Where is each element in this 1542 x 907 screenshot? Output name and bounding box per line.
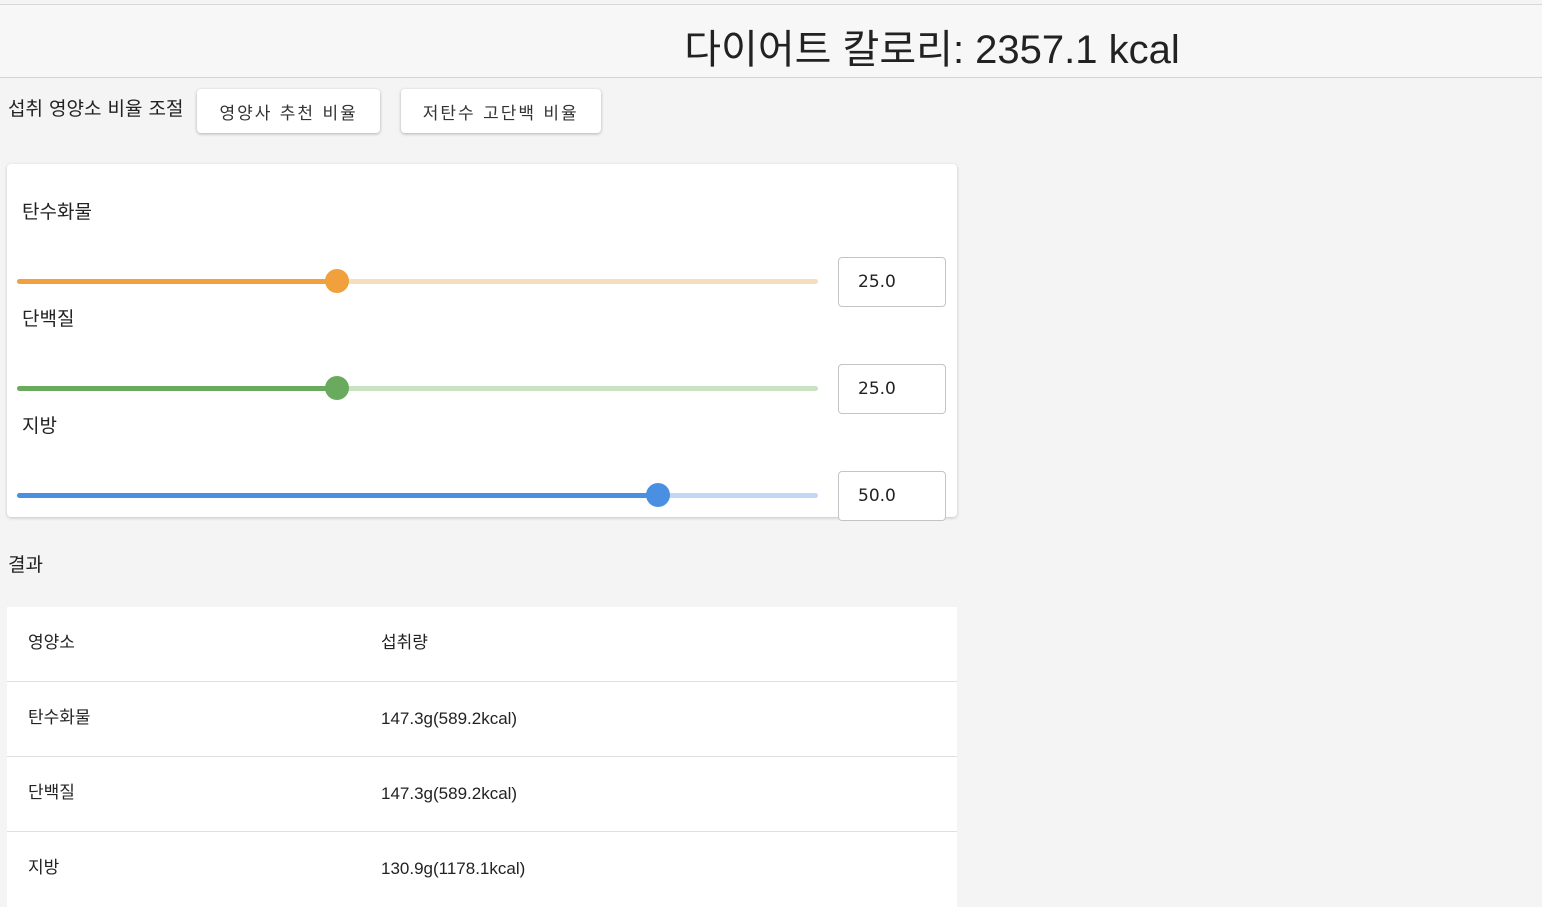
protein-input[interactable] xyxy=(838,364,946,414)
macro-protein: 단백질 xyxy=(7,304,957,414)
carbs-slider[interactable] xyxy=(17,269,818,293)
fat-slider-thumb[interactable] xyxy=(645,483,670,507)
table-row: 단백질 147.3g(589.2kcal) xyxy=(7,757,957,832)
table-row: 탄수화물 147.3g(589.2kcal) xyxy=(7,682,957,757)
app-header: 다이어트 칼로리: 2357.1 kcal xyxy=(0,4,1542,78)
fat-slider[interactable] xyxy=(17,483,818,507)
results-title: 결과 xyxy=(8,554,43,576)
protein-slider[interactable] xyxy=(17,376,818,400)
macro-slider-card: 탄수화물 단백질 지방 xyxy=(7,164,957,521)
ratio-label: 섭취 영양소 비율 조절 xyxy=(8,97,184,120)
table-row: 지방 130.9g(1178.1kcal) xyxy=(7,832,957,907)
fat-slider-fill xyxy=(17,493,658,498)
nutrient-name: 지방 xyxy=(28,858,60,878)
table-header-row: 영양소 섭취량 xyxy=(7,607,957,682)
nutrient-name: 단백질 xyxy=(28,783,75,803)
macro-label-carbs: 탄수화물 xyxy=(22,201,92,223)
carbs-slider-fill xyxy=(17,279,338,284)
intake-amount: 130.9g(1178.1kcal) xyxy=(381,859,526,878)
low-carb-high-protein-button[interactable]: 저탄수 고단백 비율 xyxy=(400,89,601,133)
nutrient-name: 탄수화물 xyxy=(28,708,91,728)
carbs-slider-thumb[interactable] xyxy=(325,269,350,293)
page-title: 다이어트 칼로리: 2357.1 kcal xyxy=(684,28,1180,72)
intake-amount: 147.3g(589.2kcal) xyxy=(381,784,518,803)
carbs-input[interactable] xyxy=(838,257,946,307)
macro-fat: 지방 xyxy=(7,411,957,521)
ratio-toolbar: 섭취 영양소 비율 조절 영양사 추천 비율 저탄수 고단백 비율 xyxy=(8,88,622,134)
protein-slider-thumb[interactable] xyxy=(325,376,350,400)
intake-amount: 147.3g(589.2kcal) xyxy=(381,709,518,728)
column-header-nutrient: 영양소 xyxy=(28,633,75,653)
protein-slider-fill xyxy=(17,386,338,391)
results-table: 영양소 섭취량 탄수화물 147.3g(589.2kcal) 단백질 147.3… xyxy=(7,607,957,907)
recommended-ratio-button[interactable]: 영양사 추천 비율 xyxy=(197,89,380,133)
macro-label-fat: 지방 xyxy=(22,415,57,437)
macro-label-protein: 단백질 xyxy=(22,308,75,330)
fat-input[interactable] xyxy=(838,471,946,521)
column-header-intake: 섭취량 xyxy=(381,633,428,653)
macro-carbs: 탄수화물 xyxy=(7,197,957,307)
